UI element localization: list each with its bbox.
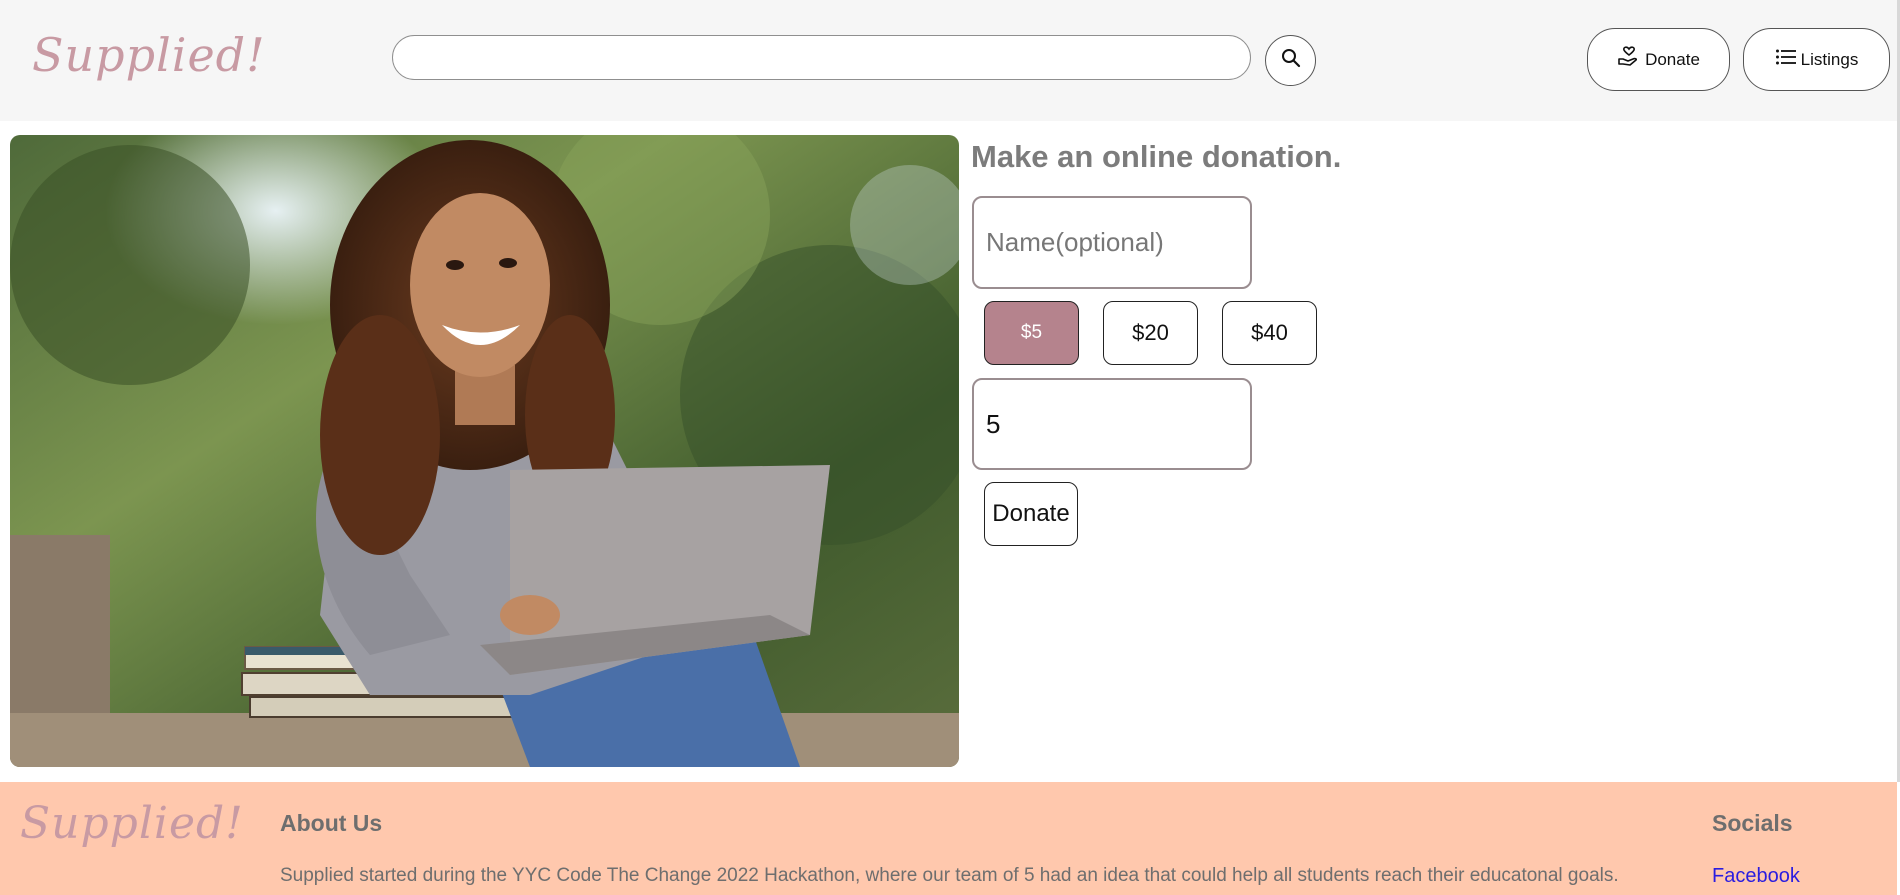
amount-20-button[interactable]: $20 <box>1103 301 1198 365</box>
hero-image <box>10 135 959 767</box>
nav-donate-button[interactable]: Donate <box>1587 28 1730 91</box>
nav-donate-label: Donate <box>1645 49 1700 69</box>
search-input[interactable] <box>392 35 1251 80</box>
amount-5-button[interactable]: $5 <box>984 301 1079 365</box>
search-icon <box>1281 48 1301 73</box>
facebook-link[interactable]: Facebook <box>1712 865 1800 888</box>
amount-40-button[interactable]: $40 <box>1222 301 1317 365</box>
name-input[interactable] <box>972 196 1252 289</box>
hand-heart-icon <box>1617 46 1641 73</box>
site-header: Supplied! Donate Listings <box>0 0 1900 121</box>
socials-heading: Socials <box>1712 810 1793 836</box>
search-button[interactable] <box>1265 35 1316 86</box>
amount-input[interactable] <box>972 378 1252 470</box>
nav-listings-button[interactable]: Listings <box>1743 28 1890 91</box>
nav-listings-label: Listings <box>1800 49 1859 69</box>
site-logo[interactable]: Supplied! <box>32 28 266 82</box>
site-footer: Supplied! About Us Supplied started duri… <box>0 782 1897 895</box>
about-heading: About Us <box>280 810 383 836</box>
donation-title: Make an online donation. <box>971 139 1342 174</box>
about-text: Supplied started during the YYC Code The… <box>280 865 1619 886</box>
footer-logo: Supplied! <box>20 798 244 849</box>
donate-submit-button[interactable]: Donate <box>984 482 1078 546</box>
list-icon <box>1775 47 1797 72</box>
